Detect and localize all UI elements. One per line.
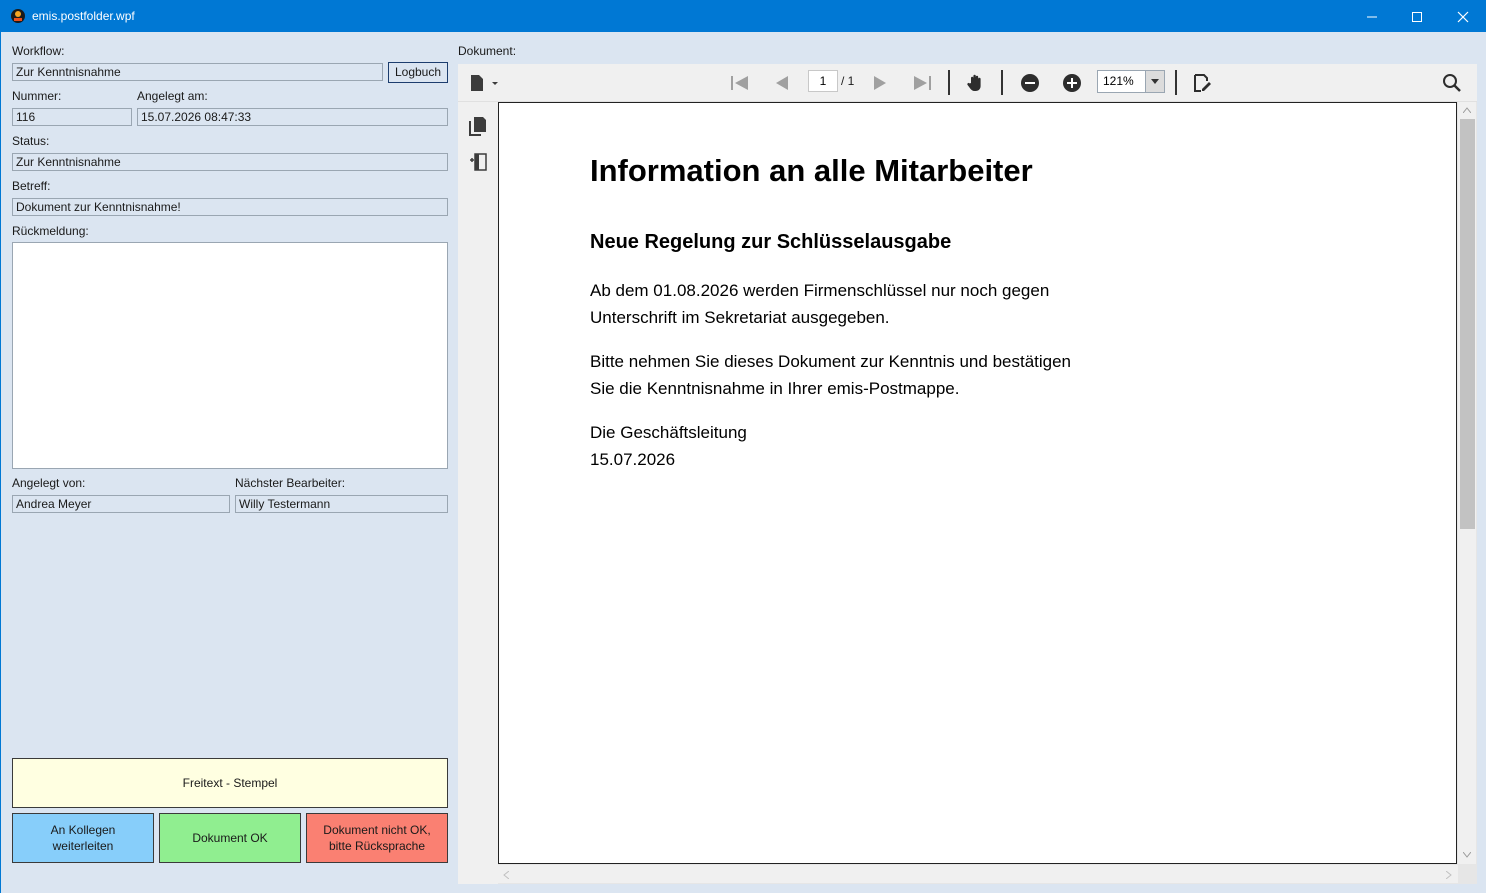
forward-label-line2: weiterleiten xyxy=(52,839,114,853)
document-signature-line: Die Geschäftsleitung xyxy=(590,423,747,442)
pdf-viewer: 1 / 1 121% Information an alle Mitarbeit… xyxy=(458,64,1477,884)
naechster-bearbeiter-label: Nächster Bearbeiter: xyxy=(235,476,346,490)
document-subheading: Neue Regelung zur Schlüsselausgabe xyxy=(590,231,952,253)
zoom-value: 121% xyxy=(1103,74,1134,88)
scroll-right-icon[interactable] xyxy=(1446,871,1452,879)
maximize-icon xyxy=(1412,11,1422,22)
scroll-up-icon[interactable] xyxy=(1463,107,1471,113)
search-icon xyxy=(1443,73,1461,92)
nummer-field[interactable]: 116 xyxy=(12,108,132,126)
zoom-in-button[interactable] xyxy=(1060,72,1084,93)
viewer-toolbar: 1 / 1 121% xyxy=(458,64,1477,102)
forward-colleague-button[interactable]: An Kollegen weiterleiten xyxy=(12,813,154,863)
last-page-button[interactable] xyxy=(910,72,934,93)
first-page-icon xyxy=(731,75,748,90)
document-paragraph-line: Sie die Kenntnisnahme in Ihrer emis-Post… xyxy=(590,379,960,398)
search-button[interactable] xyxy=(1440,72,1464,93)
page-total: / 1 xyxy=(841,74,855,88)
bookmarks-button[interactable] xyxy=(468,151,488,173)
minimize-icon xyxy=(1367,16,1377,17)
rueckmeldung-label: Rückmeldung: xyxy=(12,224,89,238)
next-page-icon xyxy=(874,75,886,90)
document-ok-button[interactable]: Dokument OK xyxy=(159,813,301,863)
vertical-scroll-thumb[interactable] xyxy=(1460,119,1475,529)
horizontal-scrollbar[interactable] xyxy=(498,865,1458,883)
outline-icon xyxy=(470,153,487,171)
rueckmeldung-textarea[interactable] xyxy=(12,242,448,469)
zoom-dropdown-button[interactable] xyxy=(1145,71,1164,92)
file-menu-button[interactable] xyxy=(468,72,500,93)
app-window: emis.postfolder.wpf Workflow: Zur Kenntn… xyxy=(0,0,1486,893)
title-bar[interactable]: emis.postfolder.wpf xyxy=(1,1,1486,32)
nummer-label: Nummer: xyxy=(12,89,62,103)
workflow-field[interactable]: Zur Kenntnisnahme xyxy=(12,63,383,81)
logbuch-button[interactable]: Logbuch xyxy=(388,62,448,83)
betreff-label: Betreff: xyxy=(12,179,51,193)
previous-page-button[interactable] xyxy=(770,72,794,93)
document-view[interactable]: Information an alle Mitarbeiter Neue Reg… xyxy=(498,102,1477,884)
sign-document-button[interactable] xyxy=(1190,72,1214,93)
toolbar-separator xyxy=(1175,70,1177,95)
last-page-icon xyxy=(914,75,931,90)
viewer-side-strip xyxy=(458,102,498,884)
document-heading: Information an alle Mitarbeiter xyxy=(590,153,1033,188)
minimize-button[interactable] xyxy=(1349,1,1395,32)
angelegt-von-label: Angelegt von: xyxy=(12,476,86,490)
not-ok-label-line2: bitte Rücksprache xyxy=(328,839,426,853)
angelegt-am-label: Angelegt am: xyxy=(137,89,208,103)
zoom-out-icon xyxy=(1021,73,1039,92)
dokument-label: Dokument: xyxy=(458,44,517,58)
angelegt-von-field[interactable]: Andrea Meyer xyxy=(12,495,230,513)
toolbar-separator xyxy=(1001,70,1003,95)
next-page-button[interactable] xyxy=(868,72,892,93)
document-not-ok-button[interactable]: Dokument nicht OK, bitte Rücksprache xyxy=(306,813,448,863)
chevron-down-icon xyxy=(1151,79,1159,84)
document-paragraph-line: Unterschrift im Sekretariat ausgegeben. xyxy=(590,308,890,327)
scroll-left-icon[interactable] xyxy=(503,871,509,879)
betreff-field[interactable]: Dokument zur Kenntnisnahme! xyxy=(12,198,448,216)
scroll-down-icon[interactable] xyxy=(1463,852,1471,858)
close-icon xyxy=(1457,11,1469,22)
first-page-button[interactable] xyxy=(728,72,752,93)
window-title: emis.postfolder.wpf xyxy=(32,9,135,23)
workflow-label: Workflow: xyxy=(12,44,65,58)
document-paragraph-line: Ab dem 01.08.2026 werden Firmenschlüssel… xyxy=(590,281,1050,300)
document-date-line: 15.07.2026 xyxy=(590,450,676,469)
angelegt-am-field[interactable]: 15.07.2026 08:47:33 xyxy=(137,108,448,126)
zoom-select[interactable]: 121% xyxy=(1097,70,1165,93)
content-area: Workflow: Zur Kenntnisnahme Logbuch Numm… xyxy=(1,32,1486,893)
edit-document-icon xyxy=(1194,73,1211,92)
toolbar-separator xyxy=(948,70,950,95)
previous-page-icon xyxy=(776,75,788,90)
pan-tool-button[interactable] xyxy=(964,72,988,93)
app-logo-icon xyxy=(11,9,25,23)
pages-icon xyxy=(469,117,486,136)
maximize-button[interactable] xyxy=(1394,1,1440,32)
freitext-stempel-button[interactable]: Freitext - Stempel xyxy=(12,758,448,808)
file-icon xyxy=(471,74,498,91)
naechster-bearbeiter-field[interactable]: Willy Testermann xyxy=(235,495,448,513)
hand-icon xyxy=(967,74,981,91)
zoom-out-button[interactable] xyxy=(1018,72,1042,93)
document-paragraph-line: Bitte nehmen Sie dieses Dokument zur Ken… xyxy=(590,352,1072,371)
not-ok-label-line1: Dokument nicht OK, xyxy=(323,823,431,837)
zoom-in-icon xyxy=(1063,73,1081,92)
status-field[interactable]: Zur Kenntnisnahme xyxy=(12,153,448,171)
page-number-input[interactable]: 1 xyxy=(808,70,838,92)
status-label: Status: xyxy=(12,134,50,148)
vertical-scrollbar[interactable] xyxy=(1458,102,1476,864)
document-page: Information an alle Mitarbeiter Neue Reg… xyxy=(498,102,1457,864)
forward-label-line1: An Kollegen xyxy=(50,823,116,837)
thumbnails-button[interactable] xyxy=(468,115,488,137)
close-button[interactable] xyxy=(1440,1,1486,32)
